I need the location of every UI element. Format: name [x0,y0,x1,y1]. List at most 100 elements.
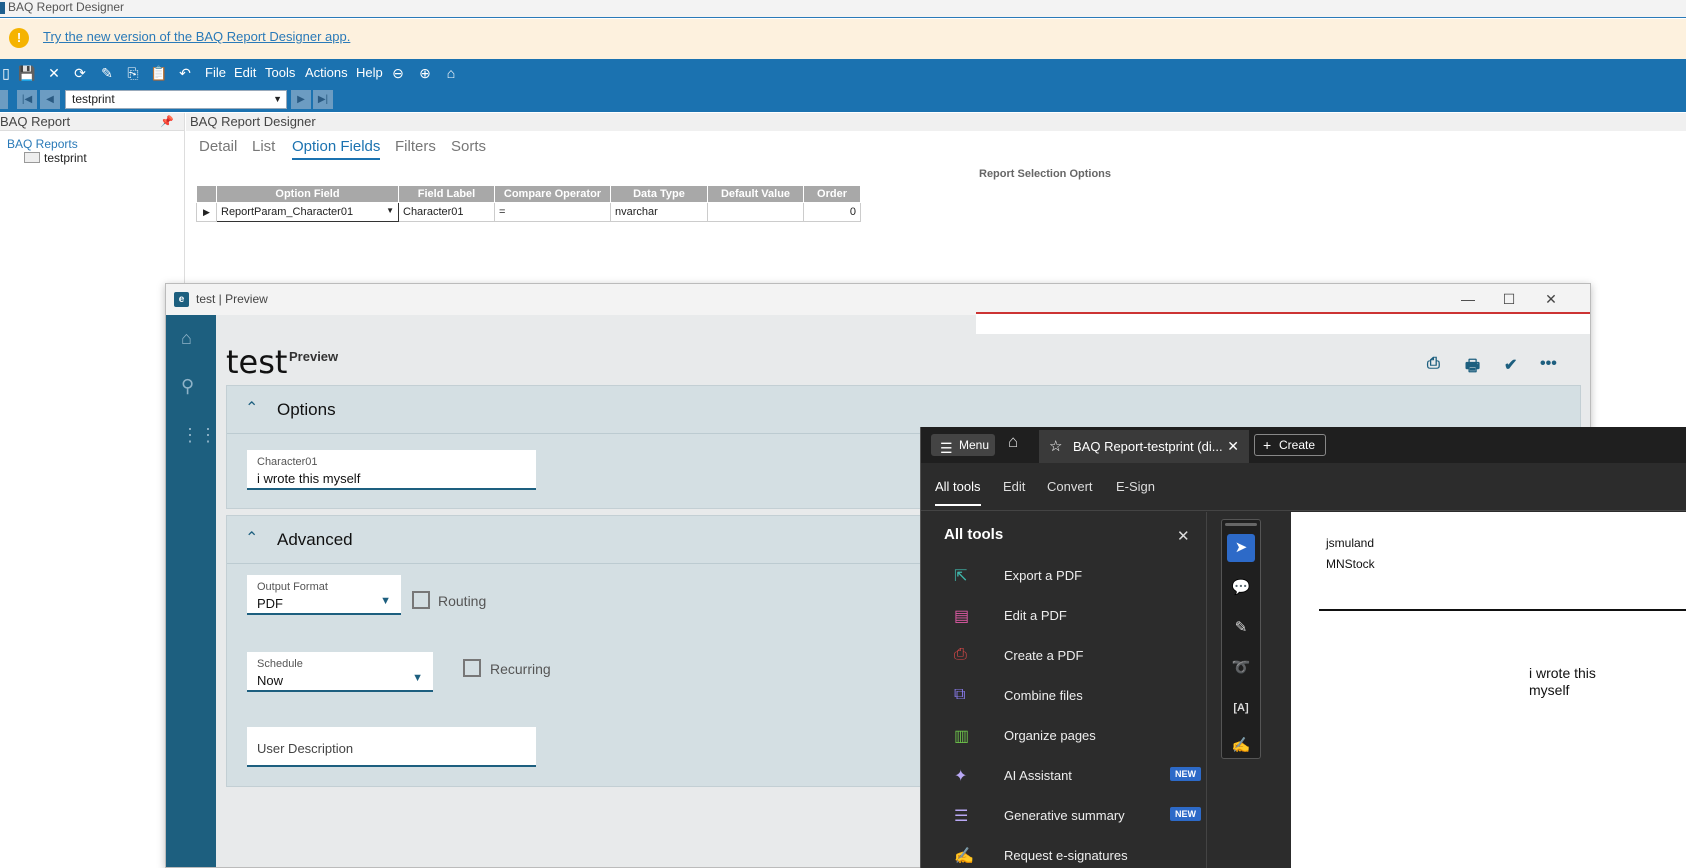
table-cell[interactable]: = [494,202,611,222]
column-header[interactable]: Data Type [610,185,708,203]
tab-edit[interactable]: Edit [1003,479,1025,494]
draw-icon[interactable]: ➰ [1227,654,1255,682]
menu-tools[interactable]: Tools [265,65,295,80]
sign-icon[interactable]: ✍ [1227,732,1255,760]
clear-icon[interactable]: ✎ [98,64,116,82]
preview-doc-icon[interactable]: ⎙ [1427,355,1440,373]
column-header[interactable]: Option Field [216,185,399,203]
comment-icon[interactable]: 💬 [1227,574,1255,602]
banner-link[interactable]: Try the new version of the BAQ Report De… [43,29,350,44]
back-icon[interactable]: ⊖ [389,64,407,82]
recurring-checkbox[interactable] [463,659,481,677]
tree-node-testprint[interactable]: testprint [24,151,87,165]
home-icon[interactable]: ⌂ [181,328,192,349]
field-value: PDF [257,596,283,611]
copy-icon[interactable]: ⎘ [124,64,142,82]
chevron-down-icon[interactable]: ▼ [386,206,394,215]
column-header[interactable]: Default Value [707,185,804,203]
highlight-icon[interactable]: ✎ [1227,614,1255,642]
more-options-icon[interactable]: ••• [1540,355,1557,373]
tab-sorts[interactable]: Sorts [451,138,486,155]
output-format-select[interactable]: Output Format PDF ▼ [247,575,401,615]
tool-item[interactable]: ✦ AI Assistant NEW [944,764,1201,788]
star-icon[interactable]: ☆ [1049,430,1062,463]
close-icon[interactable]: ✕ [45,64,63,82]
pin-icon[interactable]: 📌 [160,113,174,131]
tool-item[interactable]: ▤ Edit a PDF [944,604,1194,628]
minimize-icon[interactable]: — [1446,284,1490,315]
close-icon[interactable]: ✕ [1529,284,1573,315]
routing-checkbox[interactable] [412,591,430,609]
cursor-icon[interactable]: ➤ [1227,534,1255,562]
schedule-select[interactable]: Schedule Now ▼ [247,652,433,692]
tab-list[interactable]: List [252,138,275,155]
menu-file[interactable]: File [205,65,226,80]
home-icon[interactable]: ⌂ [442,64,460,82]
menu-help[interactable]: Help [356,65,383,80]
paste-icon[interactable]: 📋 [150,64,168,82]
tool-item[interactable]: ✍ Request e-signatures [944,844,1194,868]
tool-label: Export a PDF [1004,568,1083,583]
character01-field[interactable]: Character01 i wrote this myself [247,450,536,490]
document-tab-label: BAQ Report-testprint (di... [1073,439,1223,454]
apps-grid-icon[interactable]: ⋮⋮ [181,425,217,446]
tool-label: Generative summary [1004,808,1125,823]
create-button[interactable]: + Create [1254,434,1326,456]
forward-icon[interactable]: ⊕ [416,64,434,82]
clear-brush-icon[interactable]: ✔ [1504,355,1517,375]
tab-convert[interactable]: Convert [1047,479,1093,494]
chevron-down-icon[interactable]: ▼ [380,595,391,607]
chevron-down-icon[interactable]: ▼ [273,91,282,108]
page-text-value: i wrote this myself [1529,665,1596,698]
column-header[interactable]: Order [803,185,861,203]
home-icon[interactable]: ⌂ [1008,432,1018,452]
chevron-up-icon[interactable]: ⌃ [245,528,258,548]
record-combo[interactable]: testprint ▼ [65,90,287,109]
undo-icon[interactable]: ↶ [176,64,194,82]
tool-item[interactable]: ⧉ Combine files [944,684,1194,708]
tool-item[interactable]: ▥ Organize pages [944,724,1194,748]
previous-record-button[interactable]: ◀ [40,90,60,109]
table-cell[interactable]: Character01 [398,202,495,222]
column-header[interactable]: Compare Operator [494,185,611,203]
maximize-icon[interactable]: ☐ [1487,284,1531,315]
tool-label: Combine files [1004,688,1083,703]
tree-node-baq-reports[interactable]: BAQ Reports [7,137,78,151]
window-title: BAQ Report Designer [8,0,125,14]
tool-item[interactable]: ☰ Generative summary NEW [944,804,1201,828]
table-cell[interactable] [707,202,804,222]
save-icon[interactable]: 💾 [18,64,36,82]
first-record-button[interactable]: |◀ [17,90,37,109]
field-value: i wrote this myself [257,471,361,486]
menu-button[interactable]: ☰ Menu [931,434,995,456]
search-icon[interactable]: ⚲ [181,376,194,397]
tab-option-fields[interactable]: Option Fields [292,138,381,160]
text-select-icon[interactable]: [A] [1227,694,1255,722]
print-icon[interactable]: 🖶 [1465,355,1480,382]
column-header[interactable]: Field Label [398,185,495,203]
tab-all-tools[interactable]: All tools [935,479,981,506]
refresh-icon[interactable]: ⟳ [71,64,89,82]
tab-e-sign[interactable]: E-Sign [1116,479,1155,494]
last-record-button[interactable]: ▶| [313,90,333,109]
tool-item[interactable]: ⇱ Export a PDF [944,564,1194,588]
tab-detail[interactable]: Detail [199,138,237,155]
rail-handle[interactable] [1225,523,1257,526]
menu-edit[interactable]: Edit [234,65,256,80]
table-row[interactable]: ▶ ReportParam_Character01 ▼ Character01 =… [196,202,861,222]
next-record-button[interactable]: ▶ [291,90,311,109]
chevron-up-icon[interactable]: ⌃ [245,398,258,418]
tab-filters[interactable]: Filters [395,138,436,155]
user-description-field[interactable]: User Description [247,727,536,767]
chevron-down-icon[interactable]: ▼ [412,672,423,684]
table-cell[interactable]: nvarchar [610,202,708,222]
table-cell[interactable]: 0 [803,202,861,222]
close-icon[interactable]: ✕ [1177,527,1190,545]
tool-item[interactable]: ⎙ Create a PDF [944,644,1194,668]
close-icon[interactable]: ✕ [1227,430,1239,463]
table-cell[interactable]: ReportParam_Character01 ▼ [216,202,399,222]
menu-actions[interactable]: Actions [305,65,348,80]
tree-header: BAQ Report 📌 [0,113,184,131]
document-tab[interactable]: ☆ BAQ Report-testprint (di... ✕ [1039,430,1249,463]
new-icon[interactable]: ▯ [0,64,12,82]
